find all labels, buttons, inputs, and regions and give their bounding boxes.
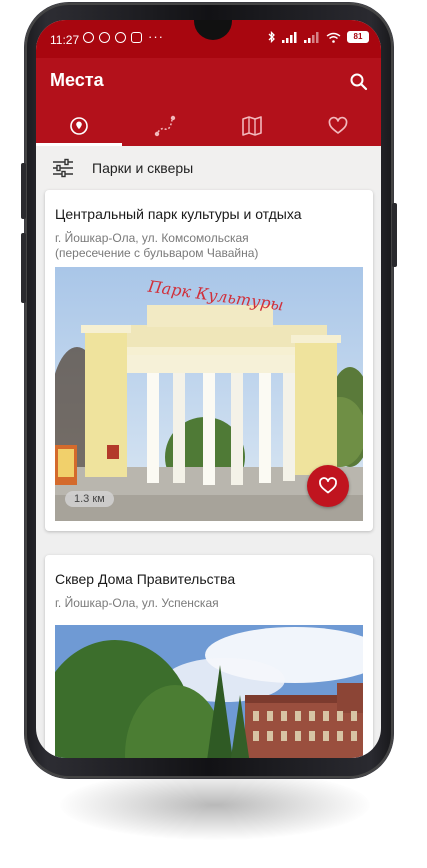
phone-shadow	[60, 770, 370, 840]
instagram-icon	[131, 32, 142, 43]
tab-bar	[36, 106, 381, 146]
address-line: г. Йошкар-Ола, ул. Комсомольская	[55, 231, 249, 245]
place-pin-icon	[70, 117, 88, 135]
app-bar: Места	[36, 58, 381, 106]
address-line: г. Йошкар-Ола, ул. Успенская	[55, 596, 219, 610]
place-address: г. Йошкар-Ола, ул. Комсомольская (пересе…	[45, 223, 373, 267]
wifi-icon	[326, 32, 341, 43]
place-address: г. Йошкар-Ола, ул. Успенская	[45, 588, 373, 625]
place-card[interactable]: Сквер Дома Правительства г. Йошкар-Ола, …	[45, 555, 373, 758]
notification-icons	[83, 32, 142, 43]
tab-places[interactable]	[36, 106, 123, 146]
distance-badge: 1.3 км	[65, 491, 114, 507]
heart-icon	[328, 116, 348, 134]
place-card[interactable]: Центральный парк культуры и отдыха г. Йо…	[45, 190, 373, 531]
phone-screen: 11:27 ··· 81 Места Парки и скверы Центра…	[36, 20, 381, 758]
page-title: Места	[50, 70, 104, 90]
tab-routes[interactable]	[122, 106, 208, 146]
route-icon	[155, 115, 176, 137]
address-line: (пересечение с бульваром Чавайна)	[55, 246, 259, 260]
more-notifications-icon: ···	[148, 29, 164, 44]
bluetooth-icon	[268, 31, 275, 43]
status-bar: 11:27 ··· 81	[36, 20, 381, 58]
government-square-image	[55, 625, 363, 758]
signal-icon	[282, 31, 297, 43]
alarm-icon	[83, 32, 94, 43]
camera-notch	[194, 20, 232, 40]
volume-button	[21, 163, 26, 219]
place-title: Сквер Дома Правительства	[55, 571, 236, 587]
map-icon	[241, 116, 262, 136]
heart-outline-icon	[319, 477, 337, 494]
battery-indicator: 81	[347, 31, 369, 43]
category-filter-bar[interactable]: Парки и скверы	[36, 146, 381, 190]
search-button[interactable]	[345, 68, 373, 96]
place-title: Центральный парк культуры и отдыха	[55, 206, 302, 222]
favorite-button[interactable]	[307, 465, 349, 507]
place-photo[interactable]	[55, 625, 363, 758]
search-icon	[350, 73, 368, 91]
mockup-stage: 11:27 ··· 81 Места Парки и скверы Центра…	[0, 0, 427, 868]
power-button	[392, 203, 397, 267]
viber-icon	[115, 32, 126, 43]
whatsapp-icon	[99, 32, 110, 43]
tab-map[interactable]	[209, 106, 295, 146]
volume-button-2	[21, 233, 26, 303]
signal-icon-2	[304, 31, 319, 43]
sliders-icon[interactable]	[52, 158, 74, 178]
places-list: Центральный парк культуры и отдыха г. Йо…	[45, 190, 373, 758]
system-icons: 81	[268, 31, 369, 43]
status-time: 11:27	[50, 33, 80, 47]
place-photo[interactable]: Парк Культуры 1.3 км	[55, 267, 363, 521]
tab-favorites[interactable]	[295, 106, 381, 146]
category-label: Парки и скверы	[92, 160, 194, 176]
